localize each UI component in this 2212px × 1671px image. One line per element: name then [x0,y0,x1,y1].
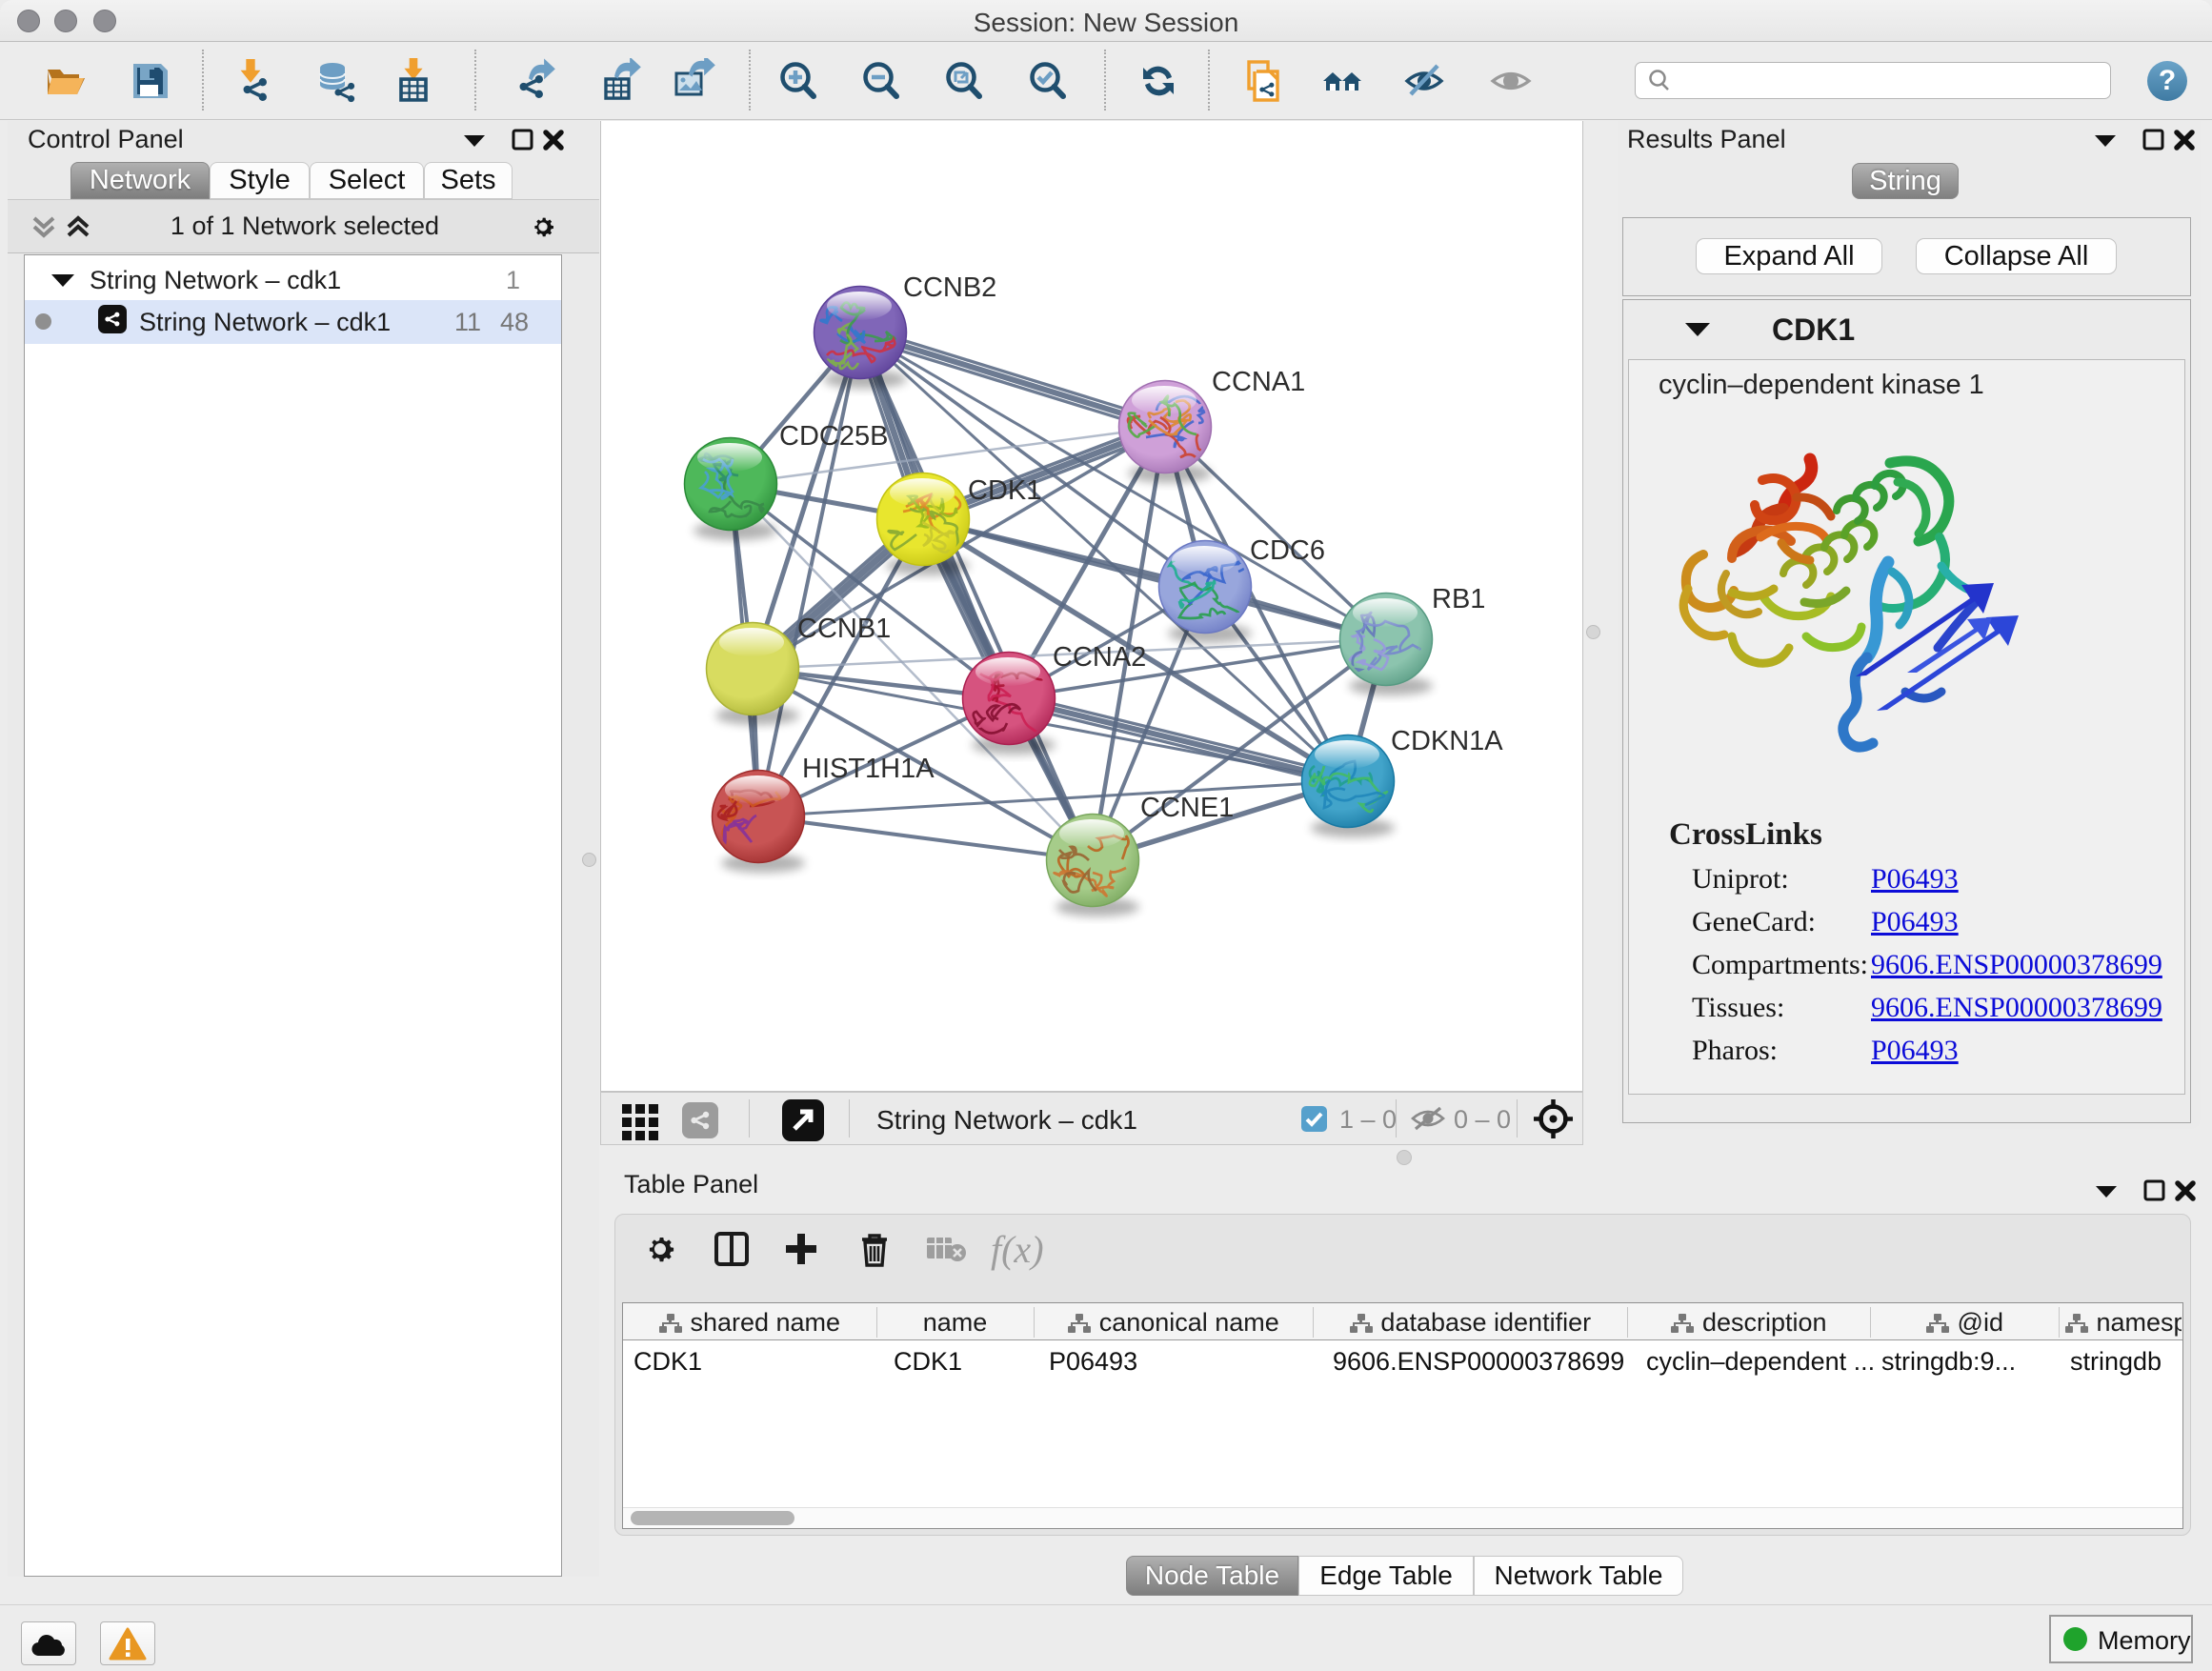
svg-text:RB1: RB1 [1432,584,1485,614]
svg-text:CDK1: CDK1 [968,475,1041,506]
svg-text:CDC25B: CDC25B [779,421,888,452]
svg-text:CCNA2: CCNA2 [1053,642,1146,673]
svg-text:CCNB2: CCNB2 [903,272,996,303]
svg-text:CCNA1: CCNA1 [1212,367,1305,397]
svg-text:CDKN1A: CDKN1A [1391,726,1503,756]
svg-text:CDC6: CDC6 [1250,535,1325,566]
svg-text:CCNB1: CCNB1 [797,614,891,644]
svg-text:CCNE1: CCNE1 [1140,793,1234,823]
svg-text:HIST1H1A: HIST1H1A [802,754,935,784]
